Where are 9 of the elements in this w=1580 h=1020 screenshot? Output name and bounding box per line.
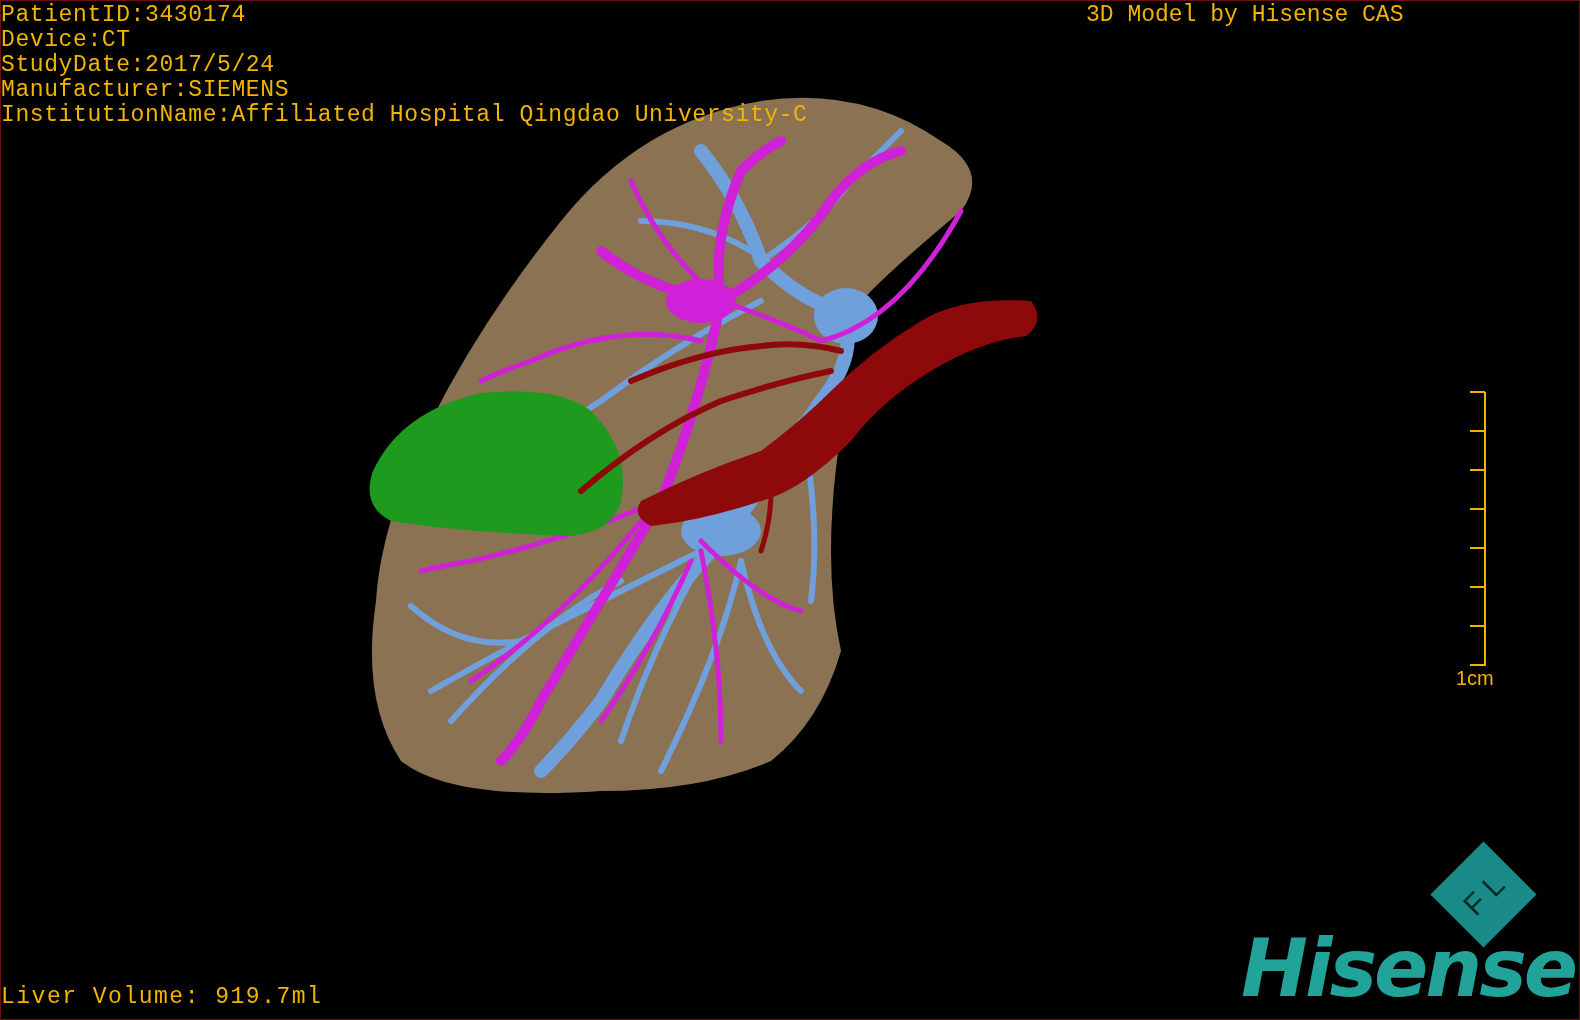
scale-bar-label: 1cm	[1456, 667, 1494, 689]
credit-text: 3D Model by Hisense CAS	[1086, 3, 1404, 28]
scale-bar-icon	[1468, 391, 1486, 667]
patient-info-text: StudyDate:2017/5/24	[1, 53, 276, 78]
patient-info-text: Device:CT	[1, 28, 132, 53]
patient-info-text: Manufacturer:SIEMENS	[1, 78, 291, 103]
liver-volume-text: Liver Volume: 919.7ml	[1, 985, 323, 1010]
patient-info-text: PatientID:3430174	[1, 3, 247, 28]
logo-badge: F L	[1430, 841, 1537, 948]
